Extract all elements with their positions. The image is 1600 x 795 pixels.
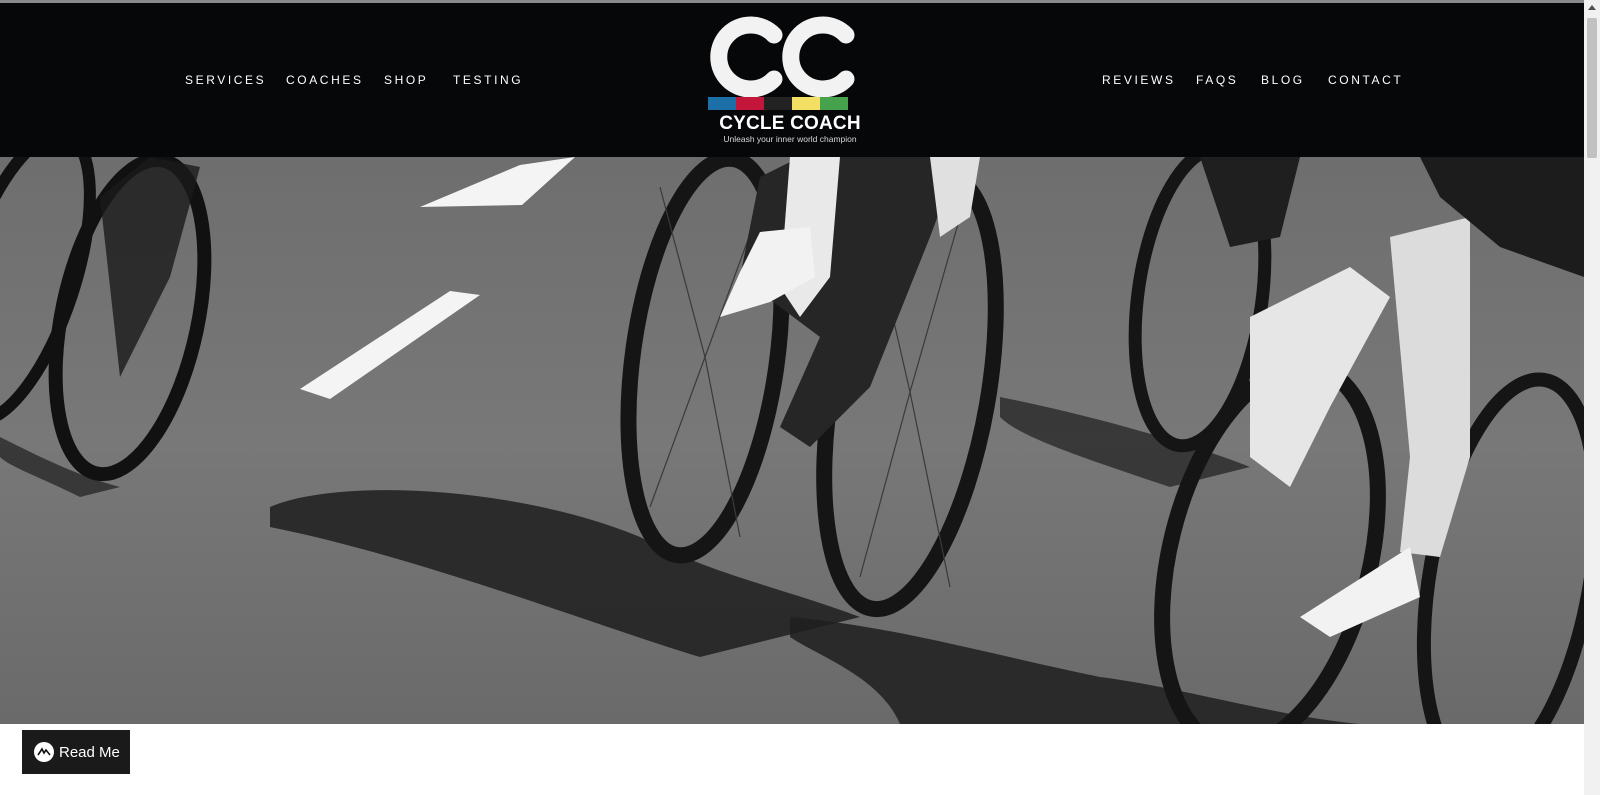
scroll-up-arrow-icon[interactable]	[1584, 0, 1600, 16]
nav-services[interactable]: SERVICES	[185, 73, 266, 87]
cyclists-road-photo-icon	[0, 157, 1584, 724]
nav-blog[interactable]: BLOG	[1261, 73, 1305, 87]
nav-testing[interactable]: TESTING	[453, 73, 523, 87]
hero-image	[0, 157, 1584, 724]
nav-shop[interactable]: SHOP	[384, 73, 428, 87]
cycle-coach-logo-icon	[708, 16, 855, 110]
vertical-scrollbar[interactable]	[1584, 0, 1600, 795]
nav-faqs[interactable]: FAQS	[1196, 73, 1238, 87]
read-me-button[interactable]: Read Me	[22, 730, 130, 774]
logo-title: CYCLE COACH	[719, 113, 861, 134]
site-header: SERVICES COACHES SHOP TESTING CYCLE COAC…	[0, 3, 1584, 157]
site-logo[interactable]: CYCLE COACH Unleash your inner world cha…	[704, 11, 876, 156]
nav-contact[interactable]: CONTACT	[1328, 73, 1403, 87]
mobirise-logo-icon	[34, 742, 54, 762]
nav-coaches[interactable]: COACHES	[286, 73, 364, 87]
nav-reviews[interactable]: REVIEWS	[1102, 73, 1176, 87]
scrollbar-thumb[interactable]	[1587, 18, 1597, 158]
logo-tagline: Unleash your inner world champion	[723, 134, 857, 144]
read-me-label: Read Me	[59, 743, 120, 761]
page: SERVICES COACHES SHOP TESTING CYCLE COAC…	[0, 0, 1584, 795]
